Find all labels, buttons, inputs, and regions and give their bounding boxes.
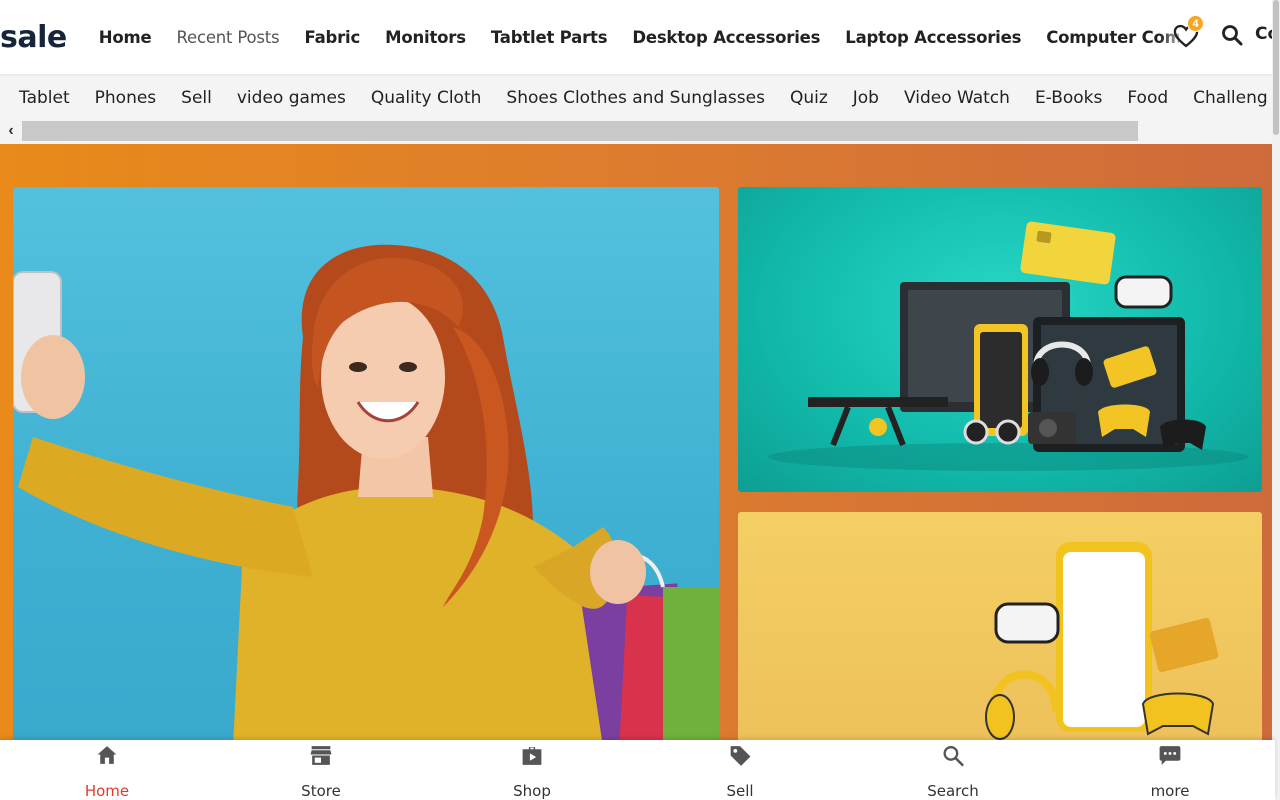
nav-link-tabtlet-parts[interactable]: Tabtlet Parts (491, 28, 608, 47)
category-quality-cloth[interactable]: Quality Cloth (371, 88, 482, 108)
category-quiz[interactable]: Quiz (790, 88, 828, 108)
home-icon (97, 746, 117, 764)
bottom-nav-search-label: Search (927, 782, 979, 800)
category-video-watch[interactable]: Video Watch (904, 88, 1010, 108)
bottom-nav-sell[interactable]: Sell (680, 740, 800, 800)
main-promo-banner[interactable] (13, 187, 719, 744)
category-sell[interactable]: Sell (181, 88, 212, 108)
bottom-nav-store[interactable]: Store (261, 740, 381, 800)
horizontal-scroll-thumb[interactable] (22, 121, 1138, 141)
top-header: sale Home Recent Posts Fabric Monitors T… (0, 0, 1272, 74)
bottom-nav-shop[interactable]: Shop (472, 740, 592, 800)
phone-vr-illustration (985, 542, 1219, 740)
mobile-promo-banner[interactable] (738, 512, 1262, 744)
main-nav: Home Recent Posts Fabric Monitors Tabtle… (99, 28, 1179, 47)
vertical-scrollbar[interactable] (1272, 0, 1280, 800)
horizontal-scrollbar[interactable]: ‹ (0, 120, 1140, 142)
site-logo[interactable]: sale (0, 20, 67, 55)
bottom-nav-home-label: Home (84, 782, 130, 800)
shop-icon (522, 747, 542, 765)
bottom-nav-shop-label: Shop (513, 782, 551, 800)
category-challenge[interactable]: Challeng (1193, 88, 1268, 108)
bottom-nav-home[interactable]: Home (47, 740, 167, 800)
bottom-nav-search[interactable]: Search (893, 740, 1013, 800)
category-job[interactable]: Job (853, 88, 879, 108)
nav-link-computer-comp[interactable]: Computer Comp (1046, 28, 1178, 47)
category-phones[interactable]: Phones (95, 88, 157, 108)
nav-link-home[interactable]: Home (99, 28, 152, 47)
bottom-nav-sell-label: Sell (726, 782, 754, 800)
category-shoes-clothes-sunglasses[interactable]: Shoes Clothes and Sunglasses (506, 88, 765, 108)
category-list: Tablet Phones Sell video games Quality C… (0, 74, 1272, 108)
nav-link-laptop-accessories[interactable]: Laptop Accessories (845, 28, 1021, 47)
search-icon (943, 746, 964, 767)
chat-icon (1159, 746, 1181, 765)
scroll-left-arrow[interactable]: ‹ (0, 120, 22, 142)
nav-link-clipped[interactable]: Co (1255, 24, 1272, 44)
nav-link-monitors[interactable]: Monitors (385, 28, 466, 47)
bottom-nav-more-label: more (1150, 782, 1190, 800)
store-icon (310, 746, 332, 765)
hero-banner-area (0, 144, 1275, 744)
category-tablet[interactable]: Tablet (19, 88, 70, 108)
tag-icon (730, 746, 751, 766)
bottom-navigation-bar: Home Store Shop Sell Search more (0, 740, 1275, 800)
bottom-nav-store-label: Store (301, 782, 341, 800)
category-e-books[interactable]: E-Books (1035, 88, 1102, 108)
search-icon[interactable] (1220, 22, 1244, 48)
bottom-nav-more[interactable]: more (1110, 740, 1230, 800)
electronics-illustration (768, 221, 1248, 471)
woman-shopping-illustration (13, 244, 719, 744)
wishlist-count-badge: 4 (1187, 15, 1204, 32)
nav-link-fabric[interactable]: Fabric (304, 28, 360, 47)
category-video-games[interactable]: video games (237, 88, 346, 108)
nav-link-recent-posts[interactable]: Recent Posts (176, 28, 279, 47)
nav-link-desktop-accessories[interactable]: Desktop Accessories (632, 28, 820, 47)
category-food[interactable]: Food (1127, 88, 1168, 108)
electronics-promo-banner[interactable] (738, 187, 1262, 492)
vertical-scroll-thumb[interactable] (1273, 0, 1279, 135)
